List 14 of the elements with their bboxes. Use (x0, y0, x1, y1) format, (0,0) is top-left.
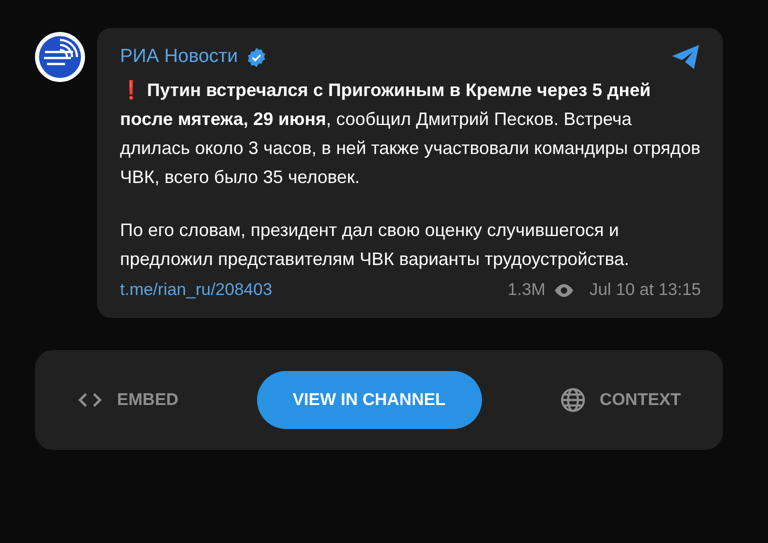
telegram-plane-icon (671, 44, 701, 70)
message-text: По его словам, президент дал свою оценку случившегося и предложил представителям ЧВК варианты трудоустройства. (120, 219, 630, 271)
channel-avatar (35, 32, 85, 82)
channel-name[interactable]: РИА Новости (120, 46, 238, 68)
message-text: ❗ Путин встречался с Пригожиным в Кремле через 5 дней после мятежа, 29 июня, сообщил Дмитрий Песков. Встреча длилась около 3 часов, в ней также участвовали командиры отрядов ЧВК, всего было 35 человек. (120, 79, 701, 189)
post-date: Jul 10 at 13:15 (589, 280, 701, 300)
view-count: 1.3M (508, 280, 546, 300)
code-brackets-icon (77, 391, 104, 409)
eye-icon (553, 282, 576, 298)
post-link[interactable]: t.me/rian_ru/208403 (120, 280, 272, 300)
context-button[interactable]: CONTEXT (554, 381, 687, 419)
view-in-channel-button[interactable]: VIEW IN CHANNEL (256, 371, 482, 429)
globe-icon (560, 387, 586, 413)
embed-button[interactable]: EMBED (71, 384, 184, 416)
